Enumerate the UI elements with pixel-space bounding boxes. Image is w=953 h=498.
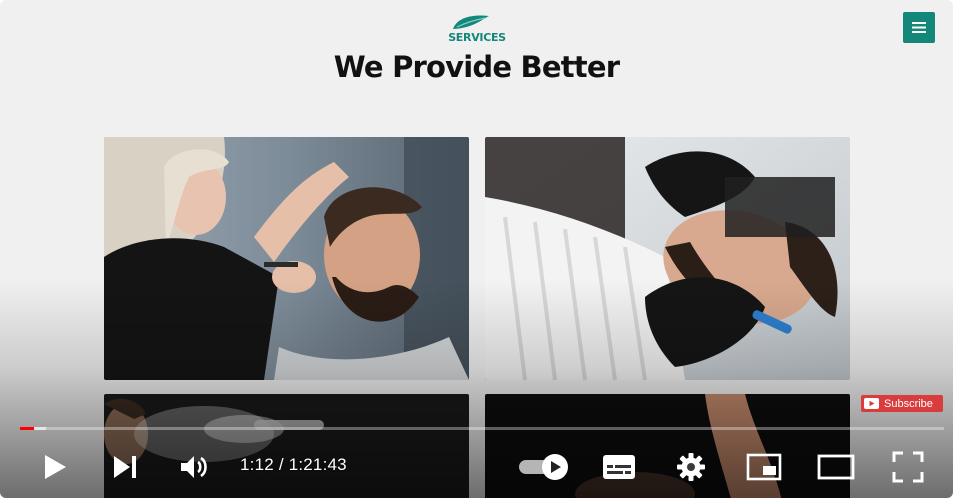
duration: 1:21:43 <box>288 455 347 474</box>
skip-next-icon <box>114 456 136 478</box>
miniplayer-button[interactable] <box>745 451 783 483</box>
volume-icon <box>181 456 207 478</box>
play-icon <box>45 455 66 479</box>
fullscreen-icon <box>892 451 924 483</box>
play-button[interactable] <box>38 450 72 484</box>
subtitles-icon <box>603 455 635 479</box>
service-image-spray <box>104 394 469 498</box>
progress-played <box>20 427 34 430</box>
site-logo: SERVICES <box>445 14 509 46</box>
service-image-haircut <box>104 137 469 380</box>
hamburger-menu-icon <box>912 22 926 33</box>
subscribe-label: Subscribe <box>884 397 933 410</box>
theater-mode-button[interactable] <box>816 451 856 483</box>
time-display: 1:12 / 1:21:43 <box>240 455 347 475</box>
next-button[interactable] <box>108 450 142 484</box>
fullscreen-button[interactable] <box>890 450 926 484</box>
leaf-logo-icon <box>453 15 489 29</box>
volume-button[interactable] <box>178 450 212 484</box>
video-player[interactable]: SERVICES We Provide Better Subscribe 1:1… <box>0 0 953 498</box>
theater-mode-icon <box>817 454 855 480</box>
gear-icon <box>677 453 705 481</box>
autoplay-toggle[interactable] <box>516 452 572 482</box>
logo-text: SERVICES <box>448 31 506 44</box>
youtube-logo-icon <box>864 398 879 409</box>
current-time: 1:12 <box>240 455 274 474</box>
miniplayer-icon <box>746 453 782 481</box>
service-image-beard-trim <box>485 137 850 380</box>
settings-button[interactable] <box>674 450 708 484</box>
time-separator: / <box>278 455 289 474</box>
subtitles-button[interactable] <box>601 451 637 483</box>
subscribe-button[interactable]: Subscribe <box>861 395 943 412</box>
menu-button[interactable] <box>903 12 935 43</box>
service-image-barber <box>485 394 850 498</box>
progress-bar[interactable] <box>20 427 944 430</box>
page-title: We Provide Better <box>333 50 620 84</box>
autoplay-toggle-icon <box>519 454 568 480</box>
